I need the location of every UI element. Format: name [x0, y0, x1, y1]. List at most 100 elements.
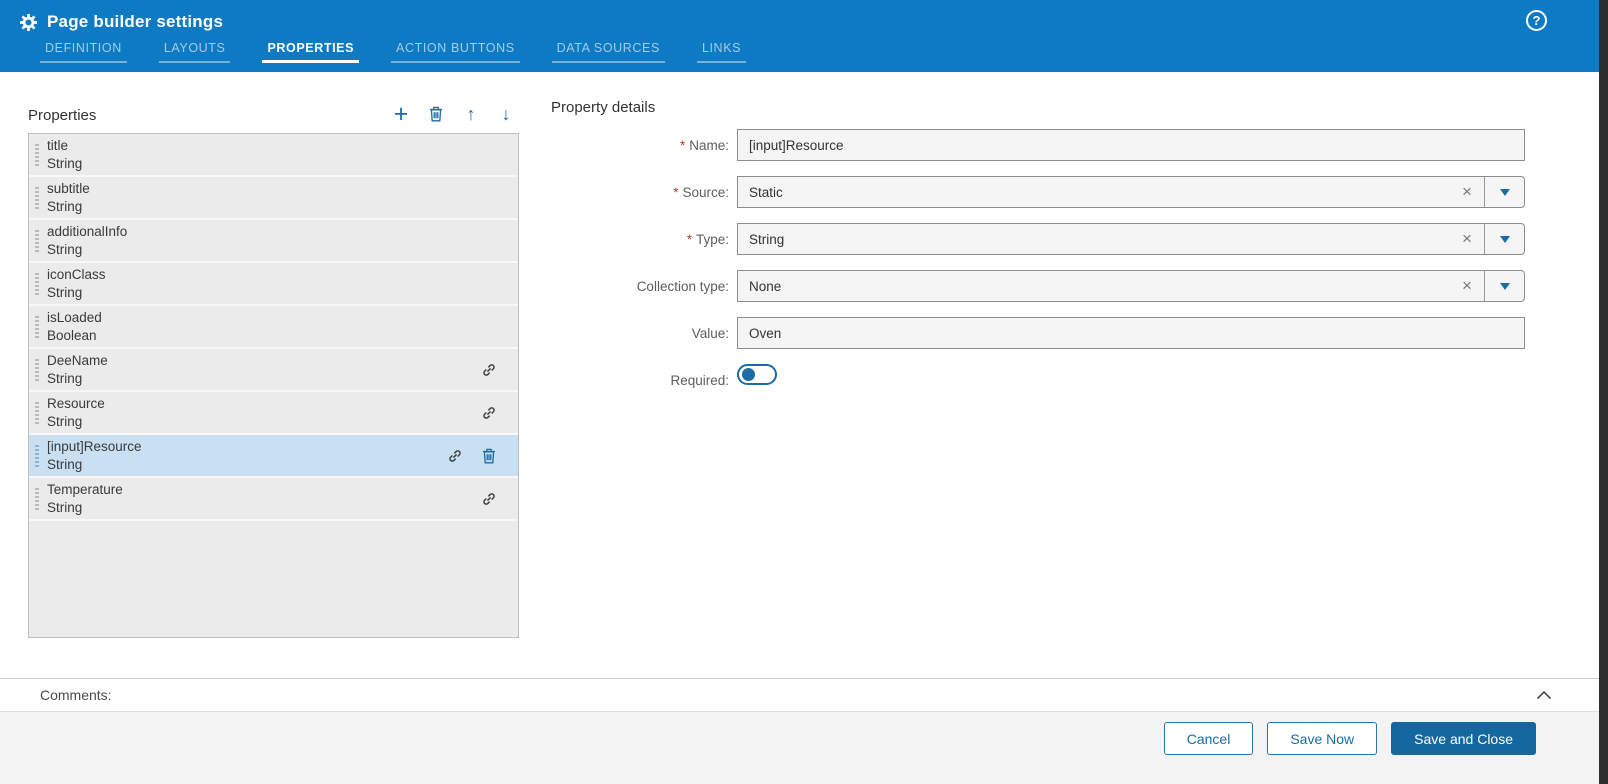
property-list-item[interactable]: additionalInfo String: [29, 220, 518, 263]
link-icon[interactable]: [482, 363, 496, 377]
type-combobox[interactable]: String ×: [737, 223, 1525, 255]
property-list-item[interactable]: Temperature String: [29, 478, 518, 521]
name-label-text: Name:: [689, 137, 729, 153]
property-name: isLoaded: [47, 309, 102, 325]
collection-type-dropdown-arrow-icon[interactable]: [1484, 271, 1524, 301]
required-asterisk: *: [679, 137, 686, 153]
property-item-text: Temperature String: [47, 481, 482, 516]
source-clear-icon[interactable]: ×: [1450, 177, 1484, 207]
page-title: Page builder settings: [47, 12, 224, 31]
property-item-text: [input]Resource String: [47, 438, 448, 473]
properties-toolbar: + ↑ ↓: [392, 102, 519, 127]
drag-handle[interactable]: [35, 359, 39, 381]
tab-action-buttons[interactable]: Action buttons: [391, 41, 520, 63]
source-label: * Source:: [551, 185, 737, 200]
move-down-button[interactable]: ↓: [497, 104, 515, 124]
name-field-row: * Name:: [551, 129, 1533, 161]
required-asterisk: *: [686, 231, 692, 247]
property-list-item[interactable]: isLoaded Boolean: [29, 306, 518, 349]
property-item-text: DeeName String: [47, 352, 482, 387]
collection-type-selected-value: None: [749, 278, 782, 294]
value-label: Value:: [551, 326, 737, 341]
save-and-close-button[interactable]: Save and Close: [1391, 722, 1536, 755]
collection-type-label: Collection type:: [551, 279, 737, 294]
collection-type-field-row: Collection type: None ×: [551, 270, 1533, 302]
delete-property-icon[interactable]: [482, 448, 496, 464]
tab-properties[interactable]: Properties: [262, 41, 360, 63]
comments-bar: Comments:: [0, 678, 1599, 712]
value-input[interactable]: [737, 317, 1525, 349]
required-field-row: Required:: [551, 364, 1533, 396]
gear-icon: [20, 13, 38, 31]
add-button[interactable]: +: [392, 102, 410, 127]
property-name: title: [47, 137, 69, 153]
tab-links[interactable]: Links: [696, 41, 747, 63]
chevron-up-icon[interactable]: [1536, 690, 1552, 700]
property-list-item[interactable]: subtitle String: [29, 177, 518, 220]
drag-handle[interactable]: [35, 187, 39, 209]
property-type: String: [47, 456, 83, 472]
value-label-text: Value:: [691, 325, 729, 341]
name-label: * Name:: [551, 138, 737, 153]
comments-label: Comments:: [40, 687, 112, 703]
cancel-button[interactable]: Cancel: [1163, 722, 1254, 755]
help-icon[interactable]: ?: [1526, 10, 1547, 31]
drag-handle[interactable]: [35, 144, 39, 166]
property-type: String: [47, 241, 83, 257]
type-label: * Type:: [551, 232, 737, 247]
property-list-item[interactable]: [input]Resource String: [29, 435, 518, 478]
properties-list: title String subtitle String additionalInfo S…: [28, 133, 519, 638]
required-label-text: Required:: [670, 372, 729, 388]
delete-button[interactable]: [427, 104, 445, 124]
property-type: Boolean: [47, 327, 97, 343]
collection-type-clear-icon[interactable]: ×: [1450, 271, 1484, 301]
property-type: String: [47, 284, 83, 300]
property-list-item[interactable]: iconClass String: [29, 263, 518, 306]
link-icon[interactable]: [482, 406, 496, 420]
link-icon[interactable]: [482, 492, 496, 506]
tab-data-sources[interactable]: Data sources: [551, 41, 665, 63]
property-list-item[interactable]: title String: [29, 134, 518, 177]
property-item-text: additionalInfo String: [47, 223, 496, 258]
property-list-item[interactable]: Resource String: [29, 392, 518, 435]
source-label-text: Source:: [682, 184, 729, 200]
tab-layouts[interactable]: Layouts: [158, 41, 231, 63]
type-clear-icon[interactable]: ×: [1450, 224, 1484, 254]
drag-handle[interactable]: [35, 316, 39, 338]
property-type: String: [47, 155, 83, 171]
properties-title: Properties: [28, 107, 97, 124]
tab-definition[interactable]: Definition: [40, 41, 127, 63]
collection-type-combobox[interactable]: None ×: [737, 270, 1525, 302]
property-item-text: Resource String: [47, 395, 482, 430]
drag-handle[interactable]: [35, 273, 39, 295]
property-type: String: [47, 413, 83, 429]
property-list-item[interactable]: DeeName String: [29, 349, 518, 392]
source-combobox[interactable]: Static ×: [737, 176, 1525, 208]
type-dropdown-arrow-icon[interactable]: [1484, 224, 1524, 254]
tab-bar: Definition Layouts Properties Action button…: [40, 41, 1599, 63]
app-header: Page builder settings ? Definition Layout…: [0, 0, 1599, 72]
source-field-row: * Source: Static ×: [551, 176, 1533, 208]
type-selected-value: String: [749, 231, 785, 247]
link-icon[interactable]: [448, 449, 462, 463]
drag-handle[interactable]: [35, 230, 39, 252]
required-toggle[interactable]: [737, 364, 777, 385]
source-selected-value: Static: [749, 184, 783, 200]
move-up-button[interactable]: ↑: [462, 104, 480, 124]
properties-panel: Properties + ↑ ↓ title String subtitle String…: [28, 98, 519, 638]
property-name: subtitle: [47, 180, 90, 196]
drag-handle[interactable]: [35, 402, 39, 424]
source-dropdown-arrow-icon[interactable]: [1484, 177, 1524, 207]
drag-handle[interactable]: [35, 488, 39, 510]
property-item-text: title String: [47, 137, 496, 172]
drag-handle[interactable]: [35, 445, 39, 467]
value-field-row: Value:: [551, 317, 1533, 349]
property-details-title: Property details: [551, 99, 656, 116]
required-toggle-knob: [742, 368, 755, 381]
collection-type-label-text: Collection type:: [636, 278, 729, 294]
property-name: Temperature: [47, 481, 123, 497]
property-item-text: iconClass String: [47, 266, 496, 301]
name-input[interactable]: [737, 129, 1525, 161]
save-now-button[interactable]: Save Now: [1267, 722, 1378, 755]
property-item-text: subtitle String: [47, 180, 496, 215]
